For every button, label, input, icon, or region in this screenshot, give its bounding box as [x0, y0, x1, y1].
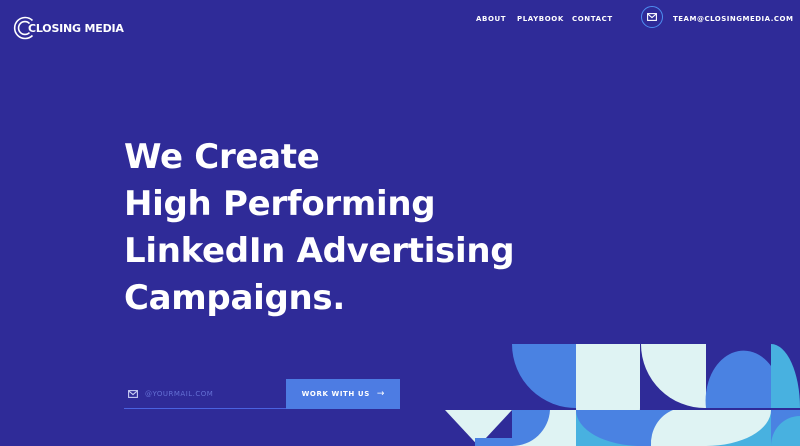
- logo[interactable]: CLOSING MEDIA: [12, 14, 124, 42]
- shape-blue-quarter: [512, 344, 578, 409]
- shape-blue-end: [771, 410, 800, 446]
- mail-icon: [128, 389, 138, 398]
- contact-email-link[interactable]: TEAM@CLOSINGMEDIA.COM: [673, 14, 793, 24]
- logo-ring-icon: [13, 16, 34, 40]
- email-field[interactable]: [124, 379, 286, 409]
- headline-line: High Performing: [124, 184, 436, 224]
- hero-headline: We Create High Performing LinkedIn Adver…: [124, 134, 544, 322]
- shape-cyan-half: [771, 344, 800, 408]
- mail-button[interactable]: [641, 6, 663, 28]
- nav-link-playbook[interactable]: PLAYBOOK: [517, 14, 564, 24]
- shape-cyan-block: [576, 410, 641, 446]
- headline-line: Campaigns.: [124, 278, 345, 318]
- headline-line: We Create: [124, 137, 320, 177]
- nav-link-about[interactable]: ABOUT: [476, 14, 506, 24]
- mail-icon: [647, 13, 657, 21]
- nav-link-contact[interactable]: CONTACT: [572, 14, 613, 24]
- work-with-us-button[interactable]: WORK WITH US →: [286, 379, 400, 409]
- shape-light-rect: [641, 410, 706, 446]
- work-with-us-label: WORK WITH US: [301, 390, 370, 398]
- shape-light-block: [512, 410, 576, 446]
- arrow-right-icon: →: [376, 389, 385, 399]
- email-input[interactable]: [145, 389, 275, 398]
- shape-light-quarter: [641, 344, 706, 409]
- decorative-shapes: [445, 344, 800, 446]
- shape-blue-half: [705, 350, 771, 408]
- shape-blue-base: [475, 438, 513, 446]
- shape-cyan-quarter: [706, 410, 771, 446]
- brand-name: CLOSING MEDIA: [28, 21, 124, 35]
- headline-line: LinkedIn Advertising: [124, 231, 515, 271]
